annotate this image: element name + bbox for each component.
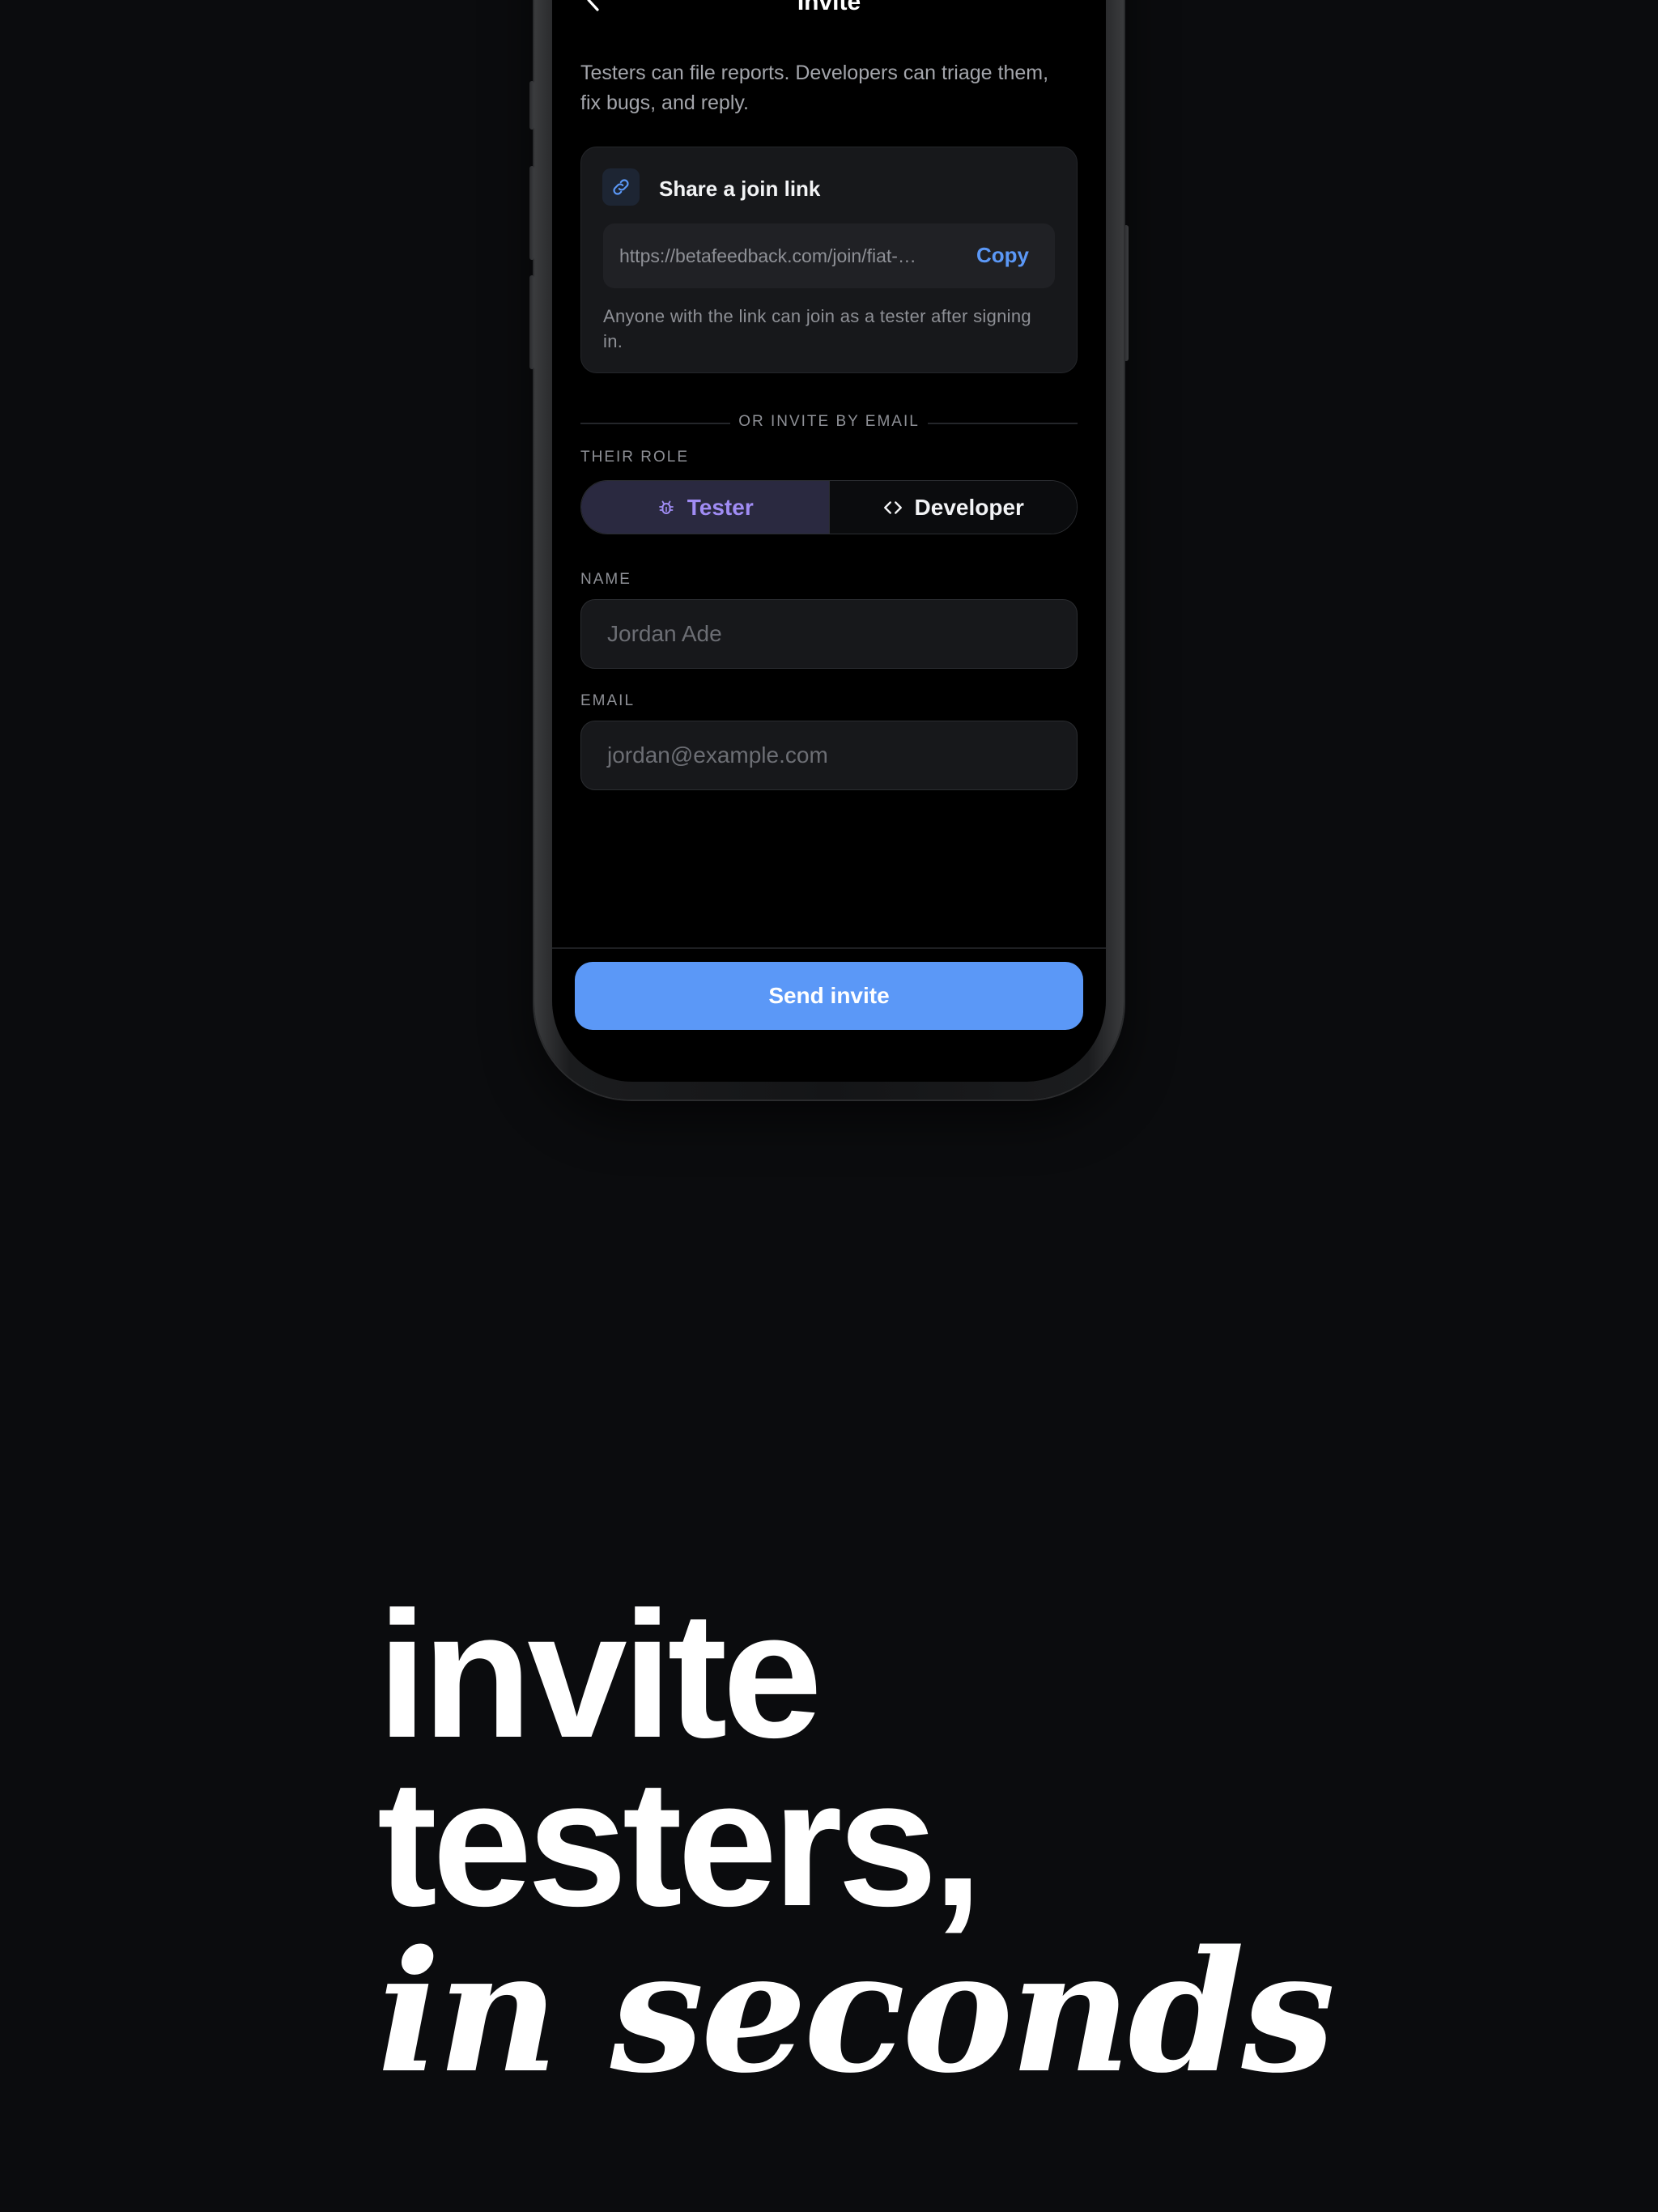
phone-side-button-silent [529, 81, 534, 130]
phone-side-button-volume-up [529, 166, 534, 260]
page-title: Invite [797, 0, 861, 15]
marketing-headline: invite testers, in seconds [377, 1575, 1349, 2110]
role-option-tester-label: Tester [687, 494, 754, 520]
send-invite-button[interactable]: Send invite [575, 962, 1083, 1030]
or-divider: OR INVITE BY EMAIL [580, 411, 1078, 436]
email-input-placeholder: jordan@example.com [607, 742, 828, 768]
headline-line-3: in seconds [377, 1914, 1335, 2110]
join-link-row: https://betafeedback.com/join/fiat-… Cop… [603, 223, 1055, 288]
phone-mockup: Invite Testers can file reports. Develop… [529, 0, 1129, 1100]
phone-side-button-power [1124, 225, 1129, 361]
name-label: NAME [580, 571, 631, 588]
bug-icon [658, 500, 674, 514]
bottom-bar-divider [552, 947, 1106, 949]
headline-line-2: testers, [377, 1743, 983, 1944]
join-link-title: Share a join link [659, 177, 821, 201]
headline-line-1: invite [377, 1575, 823, 1776]
divider-label: OR INVITE BY EMAIL [738, 413, 920, 430]
intro-text: Testers can file reports. Developers can… [580, 62, 1049, 114]
email-label: EMAIL [580, 692, 636, 709]
join-link-url[interactable]: https://betafeedback.com/join/fiat-… [619, 245, 951, 267]
role-label: THEIR ROLE [580, 449, 690, 466]
phone-screen: Invite Testers can file reports. Develop… [552, 0, 1106, 1082]
email-input[interactable]: jordan@example.com [580, 721, 1078, 790]
join-link-card: Share a join link https://betafeedback.c… [580, 147, 1078, 373]
name-input[interactable]: Jordan Ade [580, 599, 1078, 669]
name-input-placeholder: Jordan Ade [607, 621, 722, 646]
role-option-tester[interactable]: Tester [581, 481, 829, 534]
link-icon [613, 179, 629, 195]
phone-side-button-volume-down [529, 275, 534, 369]
join-link-help-text: Anyone with the link can join as a teste… [603, 306, 1031, 351]
role-option-developer-label: Developer [914, 494, 1024, 520]
code-icon [883, 500, 902, 514]
link-icon-badge [602, 168, 640, 206]
role-option-developer[interactable]: Developer [828, 481, 1077, 534]
role-segmented-control: Tester Developer [580, 480, 1078, 534]
copy-link-button[interactable]: Copy [976, 243, 1029, 268]
